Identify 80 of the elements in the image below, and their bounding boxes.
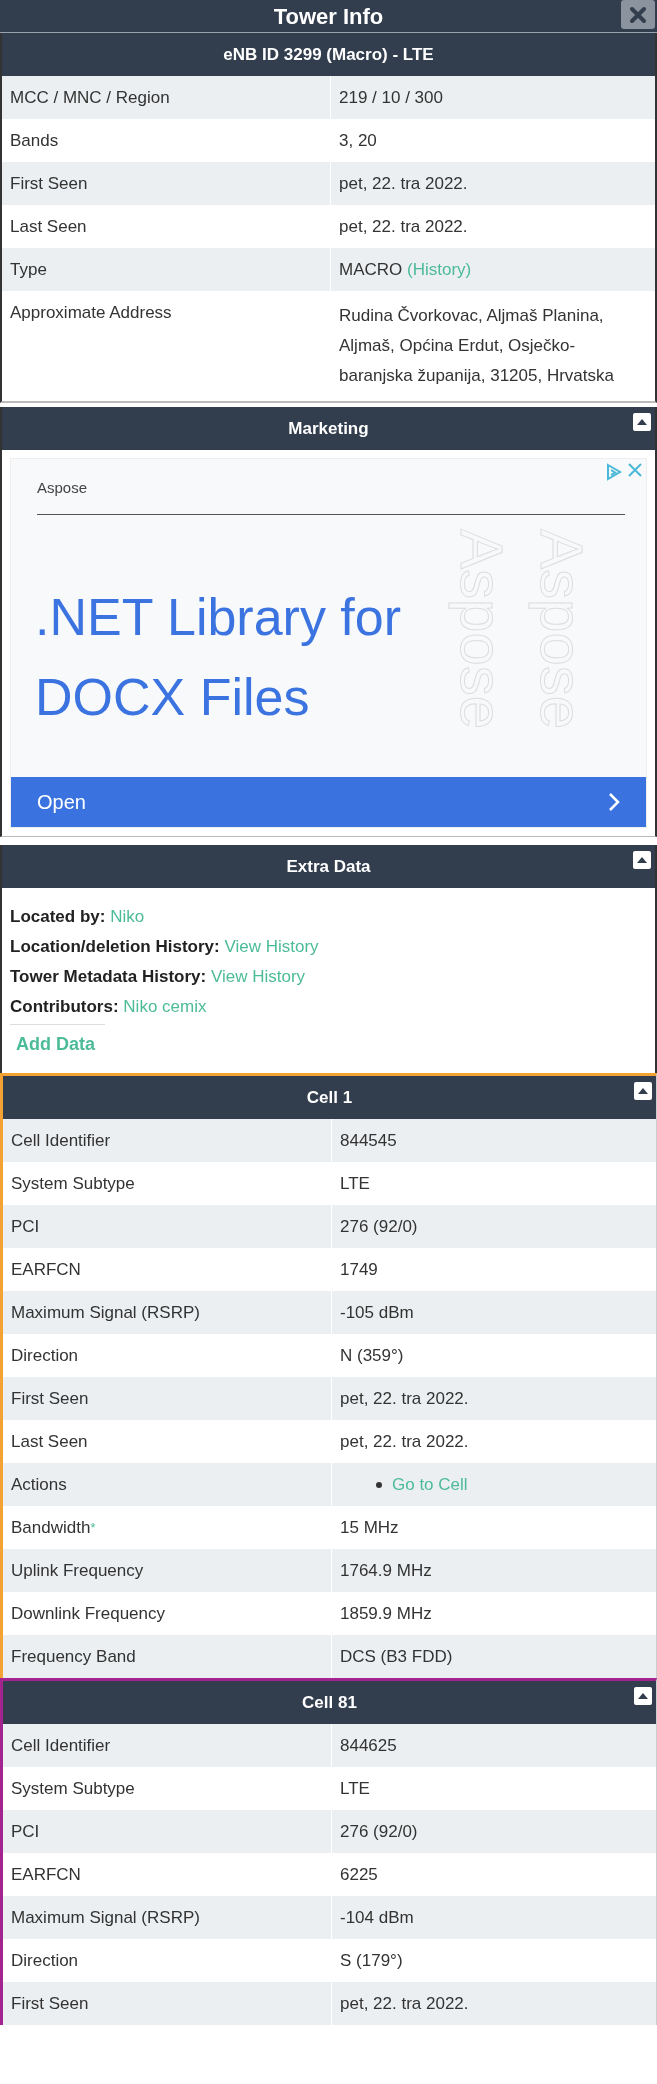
row-value: LTE	[340, 1779, 370, 1798]
row-label: Frequency Band	[11, 1647, 136, 1666]
row-label: MCC / MNC / Region	[10, 88, 170, 107]
row-value: pet, 22. tra 2022.	[339, 217, 468, 236]
user-link[interactable]: View History	[224, 937, 319, 956]
action-link[interactable]: Go to Cell	[392, 1473, 468, 1496]
section-heading: Extra Data	[286, 855, 371, 878]
row-value: pet, 22. tra 2022.	[340, 1994, 469, 2013]
row-value: 1859.9 MHz	[340, 1604, 432, 1623]
collapse-button[interactable]	[633, 413, 651, 431]
row-label: Approximate Address	[10, 303, 172, 322]
row-label: Direction	[11, 1346, 79, 1365]
row-value: 15 MHz	[340, 1518, 399, 1537]
row-label: Downlink Frequency	[11, 1604, 165, 1623]
row-label: Bandwidth	[11, 1518, 91, 1537]
row-value: 276 (92/0)	[340, 1822, 418, 1841]
footnote-mark: *	[90, 1520, 96, 1535]
row-label: Actions	[11, 1475, 67, 1494]
row-label: Type	[10, 260, 47, 279]
row-label: Direction	[11, 1951, 79, 1970]
collapse-button[interactable]	[633, 851, 651, 869]
collapse-button[interactable]	[634, 1687, 652, 1705]
field-label: Contributors:	[10, 997, 119, 1016]
advertiser-name: Aspose	[37, 478, 88, 498]
section-heading: Cell 1	[306, 1086, 353, 1109]
open-button[interactable]: Open	[11, 777, 646, 827]
row-label: Cell Identifier	[11, 1131, 111, 1150]
row-value: Rudina Čvorkovac, Aljmaš Planina, Aljmaš, Općina Erdut, Osječko-baranjska županija, 31205, Hrvatska	[339, 306, 614, 385]
row-label: Maximum Signal (RSRP)	[11, 1303, 200, 1322]
row-label: First Seen	[10, 174, 88, 193]
row-label: System Subtype	[11, 1779, 135, 1798]
chevron-right-icon	[608, 792, 620, 812]
row-label: Maximum Signal (RSRP)	[11, 1908, 200, 1927]
row-value: N (359°)	[340, 1346, 404, 1365]
row-value: 1749	[340, 1260, 378, 1279]
field-label: Located by:	[10, 907, 106, 926]
close-icon	[629, 5, 647, 24]
row-label: PCI	[11, 1822, 40, 1841]
row-label: System Subtype	[11, 1174, 135, 1193]
row-label: Last Seen	[10, 217, 87, 236]
row-label: Uplink Frequency	[11, 1561, 144, 1580]
row-value: LTE	[340, 1174, 370, 1193]
row-value: 1764.9 MHz	[340, 1561, 432, 1580]
user-link[interactable]: Niko cemix	[123, 997, 207, 1016]
row-value: -104 dBm	[340, 1908, 414, 1927]
row-label: Last Seen	[11, 1432, 88, 1451]
row-label: EARFCN	[11, 1260, 81, 1279]
row-value: 276 (92/0)	[340, 1217, 418, 1236]
add-data-button[interactable]: Add Data	[10, 1029, 101, 1059]
window-title: Tower Info	[273, 2, 384, 31]
row-label: EARFCN	[11, 1865, 81, 1884]
close-button[interactable]	[621, 0, 655, 29]
row-value: 219 / 10 / 300	[339, 88, 443, 107]
row-label: First Seen	[11, 1389, 89, 1408]
row-label: PCI	[11, 1217, 40, 1236]
field-label: Tower Metadata History:	[10, 967, 207, 986]
ad-headline: .NET Library for DOCX Files	[35, 587, 403, 728]
history-link[interactable]: (History)	[407, 260, 472, 279]
row-value: DCS (B3 FDD)	[340, 1647, 453, 1666]
row-label: Cell Identifier	[11, 1736, 111, 1755]
row-label: Bands	[10, 131, 59, 150]
row-value: S (179°)	[340, 1951, 403, 1970]
user-link[interactable]: View History	[210, 967, 306, 986]
row-value: pet, 22. tra 2022.	[340, 1389, 469, 1408]
row-value: pet, 22. tra 2022.	[339, 174, 468, 193]
row-value: MACRO	[339, 260, 403, 279]
row-value: -105 dBm	[340, 1303, 414, 1322]
row-label: First Seen	[11, 1994, 89, 2013]
user-link[interactable]: Niko	[110, 907, 145, 926]
bullet-icon	[376, 1481, 382, 1488]
section-heading: Marketing	[288, 417, 369, 440]
row-value: 844625	[340, 1736, 397, 1755]
row-value: 3, 20	[339, 131, 377, 150]
collapse-button[interactable]	[634, 1082, 652, 1100]
row-value: 844545	[340, 1131, 397, 1150]
section-heading: Cell 81	[302, 1691, 357, 1714]
row-value: 6225	[340, 1865, 378, 1884]
field-label: Location/deletion History:	[10, 937, 220, 956]
row-value: pet, 22. tra 2022.	[340, 1432, 469, 1451]
tower-heading: eNB ID 3299 (Macro) - LTE	[223, 43, 434, 66]
